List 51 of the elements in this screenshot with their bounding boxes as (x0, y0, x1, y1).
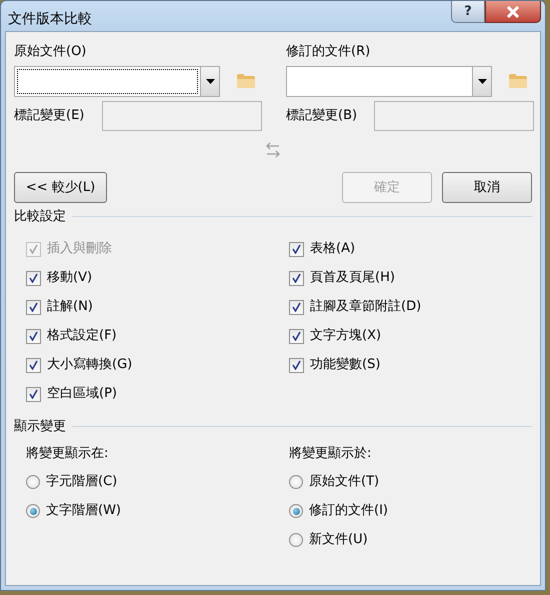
field-label: 標記變更(B) (286, 106, 358, 125)
checkbox-label: 頁首及頁尾(H) (310, 269, 395, 288)
dropdown-arrow-icon (478, 78, 486, 84)
close-button[interactable] (485, 1, 541, 23)
help-button[interactable]: ? (451, 1, 485, 23)
checkbox[interactable] (289, 358, 304, 372)
radio-button[interactable] (289, 533, 303, 547)
dropdown-arrow-icon (206, 78, 214, 84)
radio-button[interactable] (26, 504, 40, 518)
checkbox-label: 表格(A) (310, 240, 356, 258)
file-combo-box[interactable] (14, 66, 220, 96)
checkbox-label: 文字方塊(X) (310, 327, 382, 346)
checkbox[interactable] (26, 300, 41, 314)
radio-button[interactable] (289, 504, 303, 518)
checkbox-label: 移動(V) (47, 269, 92, 288)
radio-label: 修訂的文件(I) (309, 502, 388, 520)
cancel-button[interactable]: 取消 (442, 172, 532, 203)
section-title: 比較設定 (14, 208, 66, 226)
checkbox[interactable] (26, 328, 41, 344)
mark-changes-field[interactable] (374, 100, 534, 130)
checkbox-label: 格式設定(F) (47, 327, 117, 346)
section-title: 顯示變更 (14, 418, 66, 436)
radio-label: 文字階層(W) (46, 502, 121, 520)
field-label: 修訂的文件(R) (286, 43, 372, 61)
checkbox[interactable] (26, 386, 41, 402)
checkbox[interactable] (289, 242, 304, 256)
checkbox[interactable] (289, 328, 304, 344)
close-icon (505, 6, 521, 18)
radio-button[interactable] (289, 475, 303, 489)
radio-label: 字元階層(C) (46, 473, 118, 492)
swap-arrows-icon (265, 141, 281, 159)
radio-button[interactable] (26, 475, 40, 489)
group-label: 將變更顯示在: (26, 445, 110, 463)
less-button[interactable]: << 較少(L) (14, 172, 107, 203)
field-label: 原始文件(O) (14, 43, 88, 61)
checkbox[interactable] (289, 300, 304, 314)
radio-label: 原始文件(T) (309, 473, 380, 492)
checkbox-label: 註解(N) (47, 298, 93, 316)
window-title: 文件版本比較 (7, 10, 92, 29)
field-label: 標記變更(E) (14, 106, 84, 125)
radio-label: 新文件(U) (309, 531, 368, 550)
checkbox-label: 插入與刪除 (47, 240, 112, 258)
checkbox[interactable] (289, 270, 304, 286)
checkbox-label: 大小寫轉換(G) (47, 356, 132, 374)
mark-changes-field[interactable] (102, 100, 262, 130)
checkbox[interactable] (26, 358, 41, 372)
group-label: 將變更顯示於: (289, 445, 372, 463)
checkbox[interactable] (26, 270, 41, 286)
checkbox-label: 註腳及章節附註(D) (310, 298, 422, 316)
checkbox-label: 功能變數(S) (310, 356, 380, 374)
checkbox-label: 空白區域(P) (47, 385, 117, 404)
